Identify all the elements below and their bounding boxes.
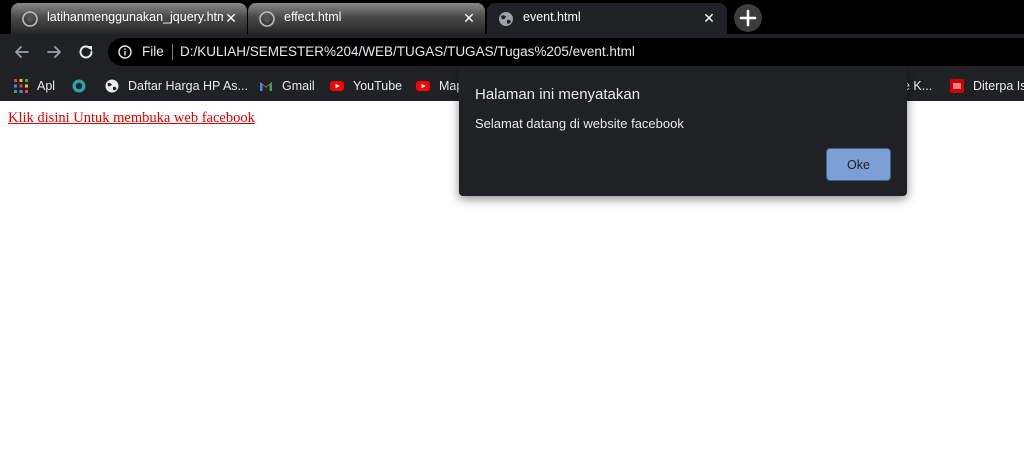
bookmark-label: Gmail (282, 79, 315, 93)
tab-close-icon[interactable]: ✕ (701, 10, 717, 26)
bookmark-map[interactable]: Map (416, 77, 463, 95)
youtube-icon (330, 81, 344, 91)
bookmark-apps[interactable]: Apl (14, 77, 55, 95)
tab-strip: latihanmenggunakan_jquery.html ✕ effect.… (0, 0, 1024, 34)
tab-title: effect.html (284, 10, 342, 24)
tab-close-icon[interactable]: ✕ (461, 10, 477, 26)
new-tab-button[interactable] (734, 4, 762, 32)
globe-icon (259, 11, 275, 27)
url-text[interactable]: D:/KULIAH/SEMESTER%204/WEB/TUGAS/TUGAS/T… (180, 44, 635, 59)
dialog-message: Selamat datang di website facebook (475, 116, 684, 131)
tab-event[interactable]: event.html ✕ (487, 3, 727, 34)
dialog-title: Halaman ini menyatakan (475, 86, 641, 103)
globe-icon (105, 79, 119, 93)
omnibox-divider (172, 44, 173, 60)
back-arrow-icon[interactable] (12, 42, 32, 62)
youtube-icon (416, 81, 430, 91)
forward-arrow-icon[interactable] (44, 42, 64, 62)
bookmark-youtube[interactable]: YouTube (330, 77, 402, 95)
ok-button[interactable]: Oke (826, 148, 891, 181)
info-icon[interactable] (118, 45, 132, 59)
bookmark-label: YouTube (353, 79, 403, 93)
toolbar: File D:/KULIAH/SEMESTER%204/WEB/TUGAS/TU… (0, 34, 1024, 69)
tab-effect[interactable]: effect.html ✕ (248, 3, 485, 34)
plus-icon (739, 9, 757, 27)
bookmark-label: Diterpa Is (973, 79, 1024, 93)
tab-title: event.html (523, 10, 581, 24)
scheme-label: File (142, 44, 164, 59)
bookmark-label: Apl (37, 79, 56, 93)
bookmark-cnn[interactable]: Diterpa Is (950, 77, 1024, 95)
apps-grid-icon (14, 79, 28, 93)
tab-latihan[interactable]: latihanmenggunakan_jquery.html ✕ (11, 3, 247, 34)
address-bar[interactable]: File D:/KULIAH/SEMESTER%204/WEB/TUGAS/TU… (108, 38, 1024, 66)
bookmark-daftar-harga[interactable]: Daftar Harga HP As... (105, 77, 248, 95)
teal-circle-icon (72, 79, 86, 93)
facebook-link[interactable]: Klik disini Untuk membuka web facebook (8, 110, 255, 127)
tab-close-icon[interactable]: ✕ (223, 10, 239, 26)
reload-icon[interactable] (76, 42, 96, 62)
bookmark-partial[interactable]: e K... (903, 77, 932, 95)
tab-title: latihanmenggunakan_jquery.html (47, 10, 223, 24)
cnn-icon (950, 79, 964, 93)
gmail-icon (260, 82, 272, 91)
bookmark-label: e K... (903, 79, 933, 93)
bookmark-teal-site[interactable] (72, 77, 95, 95)
globe-icon (22, 11, 38, 27)
globe-icon (499, 12, 513, 26)
bookmark-gmail[interactable]: Gmail (259, 77, 315, 95)
bookmark-label: Daftar Harga HP As... (128, 79, 248, 93)
alert-dialog: Halaman ini menyatakan Selamat datang di… (459, 67, 907, 196)
